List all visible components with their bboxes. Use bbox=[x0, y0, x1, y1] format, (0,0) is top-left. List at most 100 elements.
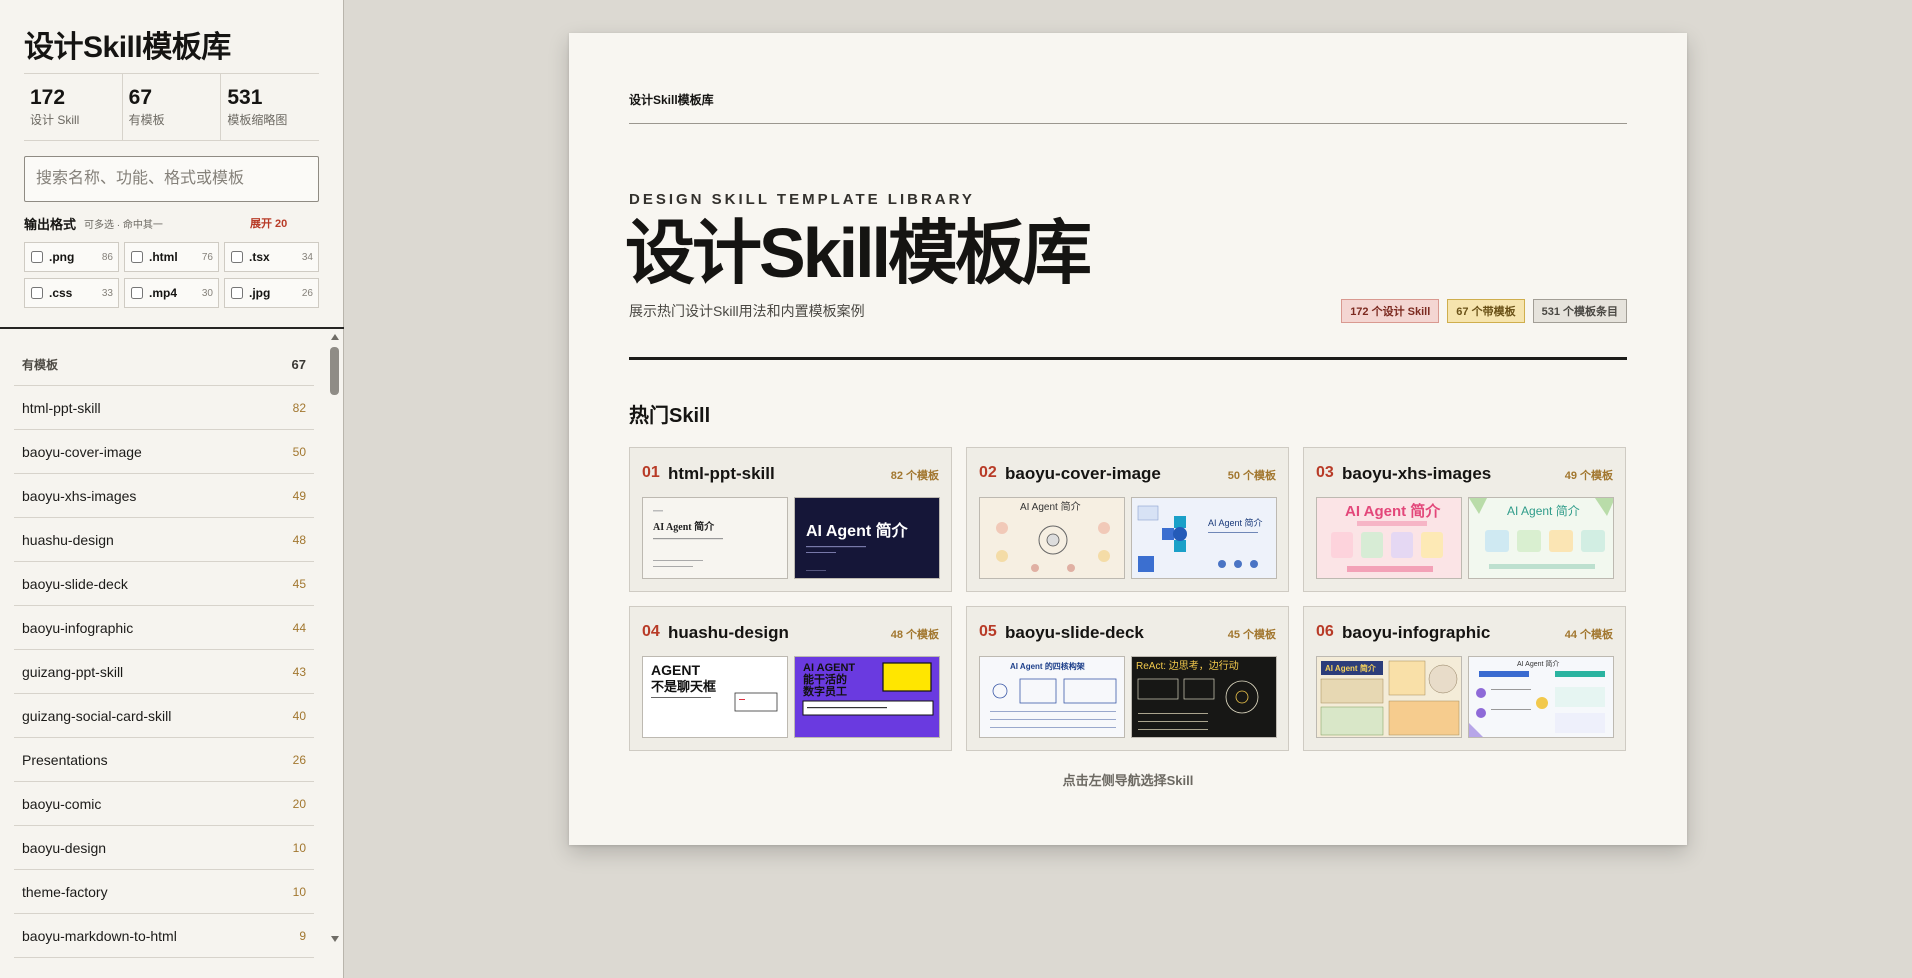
skill-card[interactable]: 02 baoyu-cover-image 50 个模板 AI Agent 简介 bbox=[966, 447, 1289, 592]
stat-with-templates: 67 有模板 bbox=[123, 74, 222, 140]
stat-thumbnails: 531 模板缩略图 bbox=[221, 74, 319, 140]
list-item[interactable]: baoyu-infographic 44 bbox=[14, 606, 314, 650]
thumbnail-caption: AI Agent 的四核构架 bbox=[1010, 661, 1085, 671]
thumbnail-image: AI Agent 的四核构架 bbox=[980, 657, 1124, 737]
list-item-count: 50 bbox=[292, 444, 306, 459]
skill-template-count: 44 个模板 bbox=[1564, 629, 1613, 641]
thumbnail-caption: AI Agent 简介 bbox=[1345, 502, 1441, 520]
hero-title: 设计Skill模板库 bbox=[625, 214, 1092, 292]
skill-card[interactable]: 05 baoyu-slide-deck 45 个模板 AI Agent 的四核构… bbox=[966, 606, 1289, 751]
search-input[interactable] bbox=[24, 156, 319, 202]
format-chip-html[interactable]: .html 76 bbox=[124, 242, 219, 272]
format-ext: .mp4 bbox=[149, 286, 178, 300]
format-checkbox[interactable] bbox=[231, 287, 243, 299]
template-thumbnail[interactable]: AI AGENT 能干活的 数字员工 bbox=[794, 656, 940, 738]
section-title: 热门Skill bbox=[629, 405, 711, 427]
list-item[interactable]: baoyu-xhs-images 49 bbox=[14, 474, 314, 518]
list-item[interactable]: baoyu-cover-image 50 bbox=[14, 430, 314, 474]
template-thumbnail[interactable]: AI Agent 简介 bbox=[1131, 497, 1277, 579]
format-checkbox[interactable] bbox=[131, 287, 143, 299]
template-thumbnail[interactable]: AI Agent 简介 bbox=[1316, 497, 1462, 579]
format-filter-hint: 可多选 · 命中其一 bbox=[84, 220, 163, 231]
list-item-count: 45 bbox=[292, 576, 306, 591]
thumbnail-caption: ReAct: 边思考，边行动 bbox=[1136, 659, 1239, 672]
template-thumbnail[interactable]: AI Agent 简介 bbox=[794, 497, 940, 579]
skill-template-count: 50 个模板 bbox=[1227, 470, 1276, 482]
thumbnail-image: AI Agent 简介 bbox=[1469, 498, 1613, 578]
footer-hint-link[interactable]: 点击左侧导航选择Skill bbox=[569, 770, 1687, 789]
format-checkbox[interactable] bbox=[31, 287, 43, 299]
list-item[interactable]: huashu-design 48 bbox=[14, 518, 314, 562]
list-item[interactable]: baoyu-slide-deck 45 bbox=[14, 562, 314, 606]
skill-name: html-ppt-skill bbox=[668, 464, 775, 483]
list-item-name: baoyu-markdown-to-html bbox=[22, 927, 177, 944]
list-item[interactable]: guizang-social-card-skill 40 bbox=[14, 694, 314, 738]
list-item[interactable]: html-ppt-skill 82 bbox=[14, 386, 314, 430]
list-item[interactable]: guizang-ppt-skill 43 bbox=[14, 650, 314, 694]
skill-card[interactable]: 04 huashu-design 48 个模板 AGENT 不是聊天框 AI A… bbox=[629, 606, 952, 751]
hero-eyebrow: DESIGN SKILL TEMPLATE LIBRARY bbox=[629, 191, 975, 208]
list-item[interactable]: theme-factory 10 bbox=[14, 870, 314, 914]
skill-list: 有模板 67 html-ppt-skill 82 baoyu-cover-imag… bbox=[14, 344, 314, 958]
stat-value: 67 bbox=[128, 86, 153, 109]
format-count: 86 bbox=[101, 251, 113, 263]
format-chip-jpg[interactable]: .jpg 26 bbox=[224, 278, 319, 308]
list-item[interactable]: baoyu-design 10 bbox=[14, 826, 314, 870]
list-item-count: 26 bbox=[292, 752, 306, 767]
skill-card[interactable]: 01 html-ppt-skill 82 个模板 AI Agent 简介 AI … bbox=[629, 447, 952, 592]
stat-label: 设计 Skill bbox=[30, 113, 80, 127]
list-item[interactable]: baoyu-markdown-to-html 9 bbox=[14, 914, 314, 958]
thumbnail-caption: AI Agent 简介 bbox=[1517, 659, 1559, 668]
skill-template-count: 45 个模板 bbox=[1227, 629, 1276, 641]
list-item[interactable]: Presentations 26 bbox=[14, 738, 314, 782]
template-thumbnail[interactable]: AI Agent 简介 bbox=[1316, 656, 1462, 738]
scrollbar-thumb[interactable] bbox=[330, 347, 339, 395]
format-chip-css[interactable]: .css 33 bbox=[24, 278, 119, 308]
format-expand-button[interactable]: 展开 20 bbox=[250, 215, 287, 231]
template-thumbnail[interactable]: AI Agent 的四核构架 bbox=[979, 656, 1125, 738]
scroll-up-arrow-icon[interactable] bbox=[331, 334, 339, 340]
skill-name: huashu-design bbox=[668, 623, 789, 642]
format-checkbox[interactable] bbox=[31, 251, 43, 263]
stat-label: 模板缩略图 bbox=[227, 113, 288, 127]
skill-card[interactable]: 06 baoyu-infographic 44 个模板 AI Agent 简介 bbox=[1303, 606, 1626, 751]
format-filter-title: 输出格式 bbox=[24, 217, 77, 232]
thumbnail-image: AI Agent 简介 bbox=[795, 498, 939, 578]
list-item-count: 10 bbox=[292, 840, 306, 855]
badge-entry-count: 531 个模板条目 bbox=[1532, 299, 1627, 323]
scroll-down-arrow-icon[interactable] bbox=[331, 936, 339, 942]
template-thumbnail[interactable]: AI Agent 简介 bbox=[1468, 497, 1614, 579]
thumbnail-caption: AI AGENT bbox=[803, 662, 855, 674]
thumbnail-image: AI Agent 简介 bbox=[1469, 657, 1613, 737]
template-thumbnail[interactable]: AGENT 不是聊天框 bbox=[642, 656, 788, 738]
skill-index: 04 bbox=[642, 623, 660, 640]
format-chip-png[interactable]: .png 86 bbox=[24, 242, 119, 272]
list-item-count: 49 bbox=[292, 488, 306, 503]
format-chip-mp4[interactable]: .mp4 30 bbox=[124, 278, 219, 308]
thumbnail-caption: AI Agent 简介 bbox=[1020, 500, 1081, 513]
template-thumbnail[interactable]: AI Agent 简介 bbox=[1468, 656, 1614, 738]
hero-subtitle: 展示热门设计Skill用法和内置模板案例 bbox=[629, 303, 865, 319]
sidebar-scrollbar[interactable] bbox=[329, 330, 342, 950]
skill-index: 05 bbox=[979, 623, 997, 640]
format-chip-tsx[interactable]: .tsx 34 bbox=[224, 242, 319, 272]
stat-skills: 172 设计 Skill bbox=[24, 74, 123, 140]
template-thumbnail[interactable]: ReAct: 边思考，边行动 bbox=[1131, 656, 1277, 738]
format-checkbox[interactable] bbox=[131, 251, 143, 263]
skill-template-count: 82 个模板 bbox=[890, 470, 939, 482]
format-checkbox[interactable] bbox=[231, 251, 243, 263]
badge-skill-count: 172 个设计 Skill bbox=[1341, 299, 1440, 323]
skill-card[interactable]: 03 baoyu-xhs-images 49 个模板 AI Agent 简介 A… bbox=[1303, 447, 1626, 592]
sidebar: 设计Skill模板库 172 设计 Skill 67 有模板 531 模板缩略图… bbox=[0, 0, 344, 978]
format-ext: .html bbox=[149, 250, 178, 264]
list-item[interactable]: baoyu-comic 20 bbox=[14, 782, 314, 826]
template-thumbnail[interactable]: AI Agent 简介 bbox=[979, 497, 1125, 579]
list-item-name: baoyu-slide-deck bbox=[22, 575, 128, 592]
list-item-count: 40 bbox=[292, 708, 306, 723]
list-item-count: 43 bbox=[292, 664, 306, 679]
template-thumbnail[interactable]: AI Agent 简介 bbox=[642, 497, 788, 579]
format-count: 33 bbox=[101, 287, 113, 299]
list-item-name: huashu-design bbox=[22, 531, 114, 548]
sidebar-title: 设计Skill模板库 bbox=[24, 31, 231, 64]
format-count: 26 bbox=[301, 287, 313, 299]
